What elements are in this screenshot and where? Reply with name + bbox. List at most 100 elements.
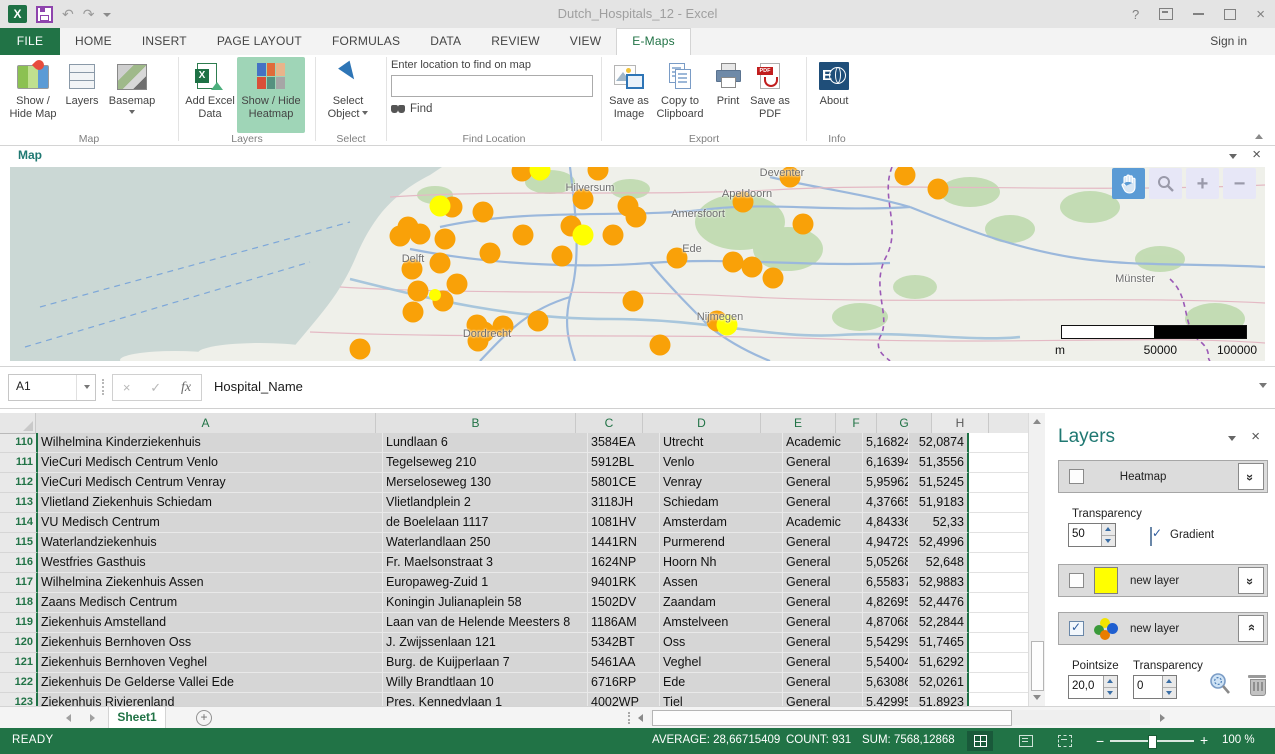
sheet-nav-right-icon[interactable] (90, 714, 95, 722)
cell[interactable]: J. Zwijssenlaan 121 (383, 633, 588, 653)
column-header-g[interactable]: G (877, 413, 932, 434)
sheet-nav-left-icon[interactable] (66, 714, 71, 722)
cell[interactable]: 5,42995 (863, 693, 909, 706)
cell[interactable]: Koningin Julianaplein 58 (383, 593, 588, 613)
cell[interactable]: 51,6292 (909, 653, 969, 673)
hospital-marker[interactable] (447, 274, 468, 295)
ribbon-display-options-icon[interactable] (1159, 8, 1173, 20)
tab-formulas[interactable]: FORMULAS (317, 28, 415, 55)
zoom-in-button[interactable]: + (1186, 168, 1219, 199)
cell[interactable]: 1441RN (588, 533, 660, 553)
about-button[interactable]: E About (811, 57, 857, 133)
insert-function-icon[interactable]: fx (181, 380, 191, 396)
column-header-a[interactable]: A (36, 413, 376, 434)
cell[interactable]: Tiel (660, 693, 783, 706)
formula-input[interactable]: Hospital_Name (206, 374, 1255, 399)
cell[interactable]: 51,9183 (909, 493, 969, 513)
tab-page-layout[interactable]: PAGE LAYOUT (202, 28, 317, 55)
hospital-marker[interactable] (928, 179, 949, 200)
layer3-expand-button[interactable]: » (1238, 615, 1264, 642)
minimize-icon[interactable] (1193, 13, 1204, 15)
hospital-marker[interactable] (742, 257, 763, 278)
cell[interactable]: Academic (783, 433, 863, 453)
enter-icon[interactable]: ✓ (150, 380, 161, 396)
cell[interactable]: 5,95962 (863, 473, 909, 493)
cell[interactable]: Ede (660, 673, 783, 693)
cell[interactable]: 4,94729 (863, 533, 909, 553)
cell[interactable]: Ziekenhuis Bernhoven Veghel (38, 653, 383, 673)
cell[interactable]: 3584EA (588, 433, 660, 453)
pane-options-icon[interactable] (1228, 436, 1236, 441)
hospital-marker[interactable] (763, 268, 784, 289)
basemap-button[interactable]: Basemap (102, 57, 162, 133)
spin-up-icon[interactable] (1163, 676, 1176, 688)
name-box[interactable]: A1 (8, 374, 96, 401)
cell[interactable]: Schiedam (660, 493, 783, 513)
cell[interactable]: Willy Brandtlaan 10 (383, 673, 588, 693)
save-as-pdf-button[interactable]: PDF Save as PDF (748, 57, 792, 133)
cell[interactable]: General (783, 673, 863, 693)
heatmap-transparency-spinner[interactable]: 50 (1068, 523, 1116, 547)
cell[interactable]: Pres. Kennedylaan 1 (383, 693, 588, 706)
cell[interactable]: Wilhelmina Kinderziekenhuis (38, 433, 383, 453)
hospital-marker[interactable] (552, 246, 573, 267)
cell[interactable]: 4,84336 (863, 513, 909, 533)
hospital-marker[interactable] (410, 224, 431, 245)
cell[interactable]: VU Medisch Centrum (38, 513, 383, 533)
layer3-checkbox[interactable] (1069, 621, 1084, 636)
save-as-image-button[interactable]: Save as Image (606, 57, 652, 133)
maximize-icon[interactable] (1224, 9, 1236, 20)
show-hide-map-button[interactable]: Show / Hide Map (4, 57, 62, 133)
cell[interactable]: Zaans Medisch Centrum (38, 593, 383, 613)
spin-up-icon[interactable] (1102, 524, 1115, 536)
cell[interactable]: General (783, 593, 863, 613)
cell[interactable] (969, 473, 1028, 493)
scroll-up-icon[interactable] (1033, 419, 1041, 424)
cell[interactable]: 5801CE (588, 473, 660, 493)
print-button[interactable]: Print (708, 57, 748, 133)
hospital-marker[interactable] (435, 229, 456, 250)
cell[interactable]: 52,33 (909, 513, 969, 533)
cell[interactable]: 5,16824 (863, 433, 909, 453)
cell[interactable]: VieCuri Medisch Centrum Venlo (38, 453, 383, 473)
cell[interactable] (969, 553, 1028, 573)
find-button[interactable]: Find (391, 103, 593, 115)
cell[interactable]: 52,648 (909, 553, 969, 573)
cell[interactable]: 1624NP (588, 553, 660, 573)
spin-down-icon[interactable] (1104, 688, 1117, 699)
cell[interactable] (969, 533, 1028, 553)
layer3-transparency-spinner[interactable]: 0 (1133, 675, 1177, 699)
pan-tool-button[interactable] (1112, 168, 1145, 199)
cell[interactable]: Vlietlandplein 2 (383, 493, 588, 513)
column-header-c[interactable]: C (576, 413, 643, 434)
cell[interactable]: 52,4476 (909, 593, 969, 613)
cell[interactable]: Amsterdam (660, 513, 783, 533)
layer2-collapse-button[interactable]: » (1238, 567, 1264, 594)
tab-view[interactable]: VIEW (555, 28, 616, 55)
map-close-icon[interactable]: × (1252, 146, 1261, 163)
cell[interactable]: 6716RP (588, 673, 660, 693)
normal-view-button[interactable] (967, 731, 993, 751)
hospital-marker[interactable] (650, 335, 671, 356)
layers-button[interactable]: Layers (62, 57, 102, 133)
tab-scrollbar-splitter[interactable] (628, 712, 632, 724)
layer2-color-swatch[interactable] (1094, 567, 1118, 594)
pointsize-spinner[interactable]: 20,0 (1068, 675, 1118, 699)
row-header[interactable]: 121 (0, 653, 38, 673)
cell[interactable]: General (783, 493, 863, 513)
row-header[interactable]: 119 (0, 613, 38, 633)
column-header-d[interactable]: D (643, 413, 761, 434)
pane-close-icon[interactable]: × (1251, 428, 1260, 445)
zoom-to-layer-icon[interactable] (1208, 672, 1232, 696)
hospital-marker[interactable] (408, 281, 429, 302)
add-excel-data-button[interactable]: X Add Excel Data (183, 57, 237, 133)
expand-formula-bar-icon[interactable] (1259, 383, 1267, 388)
tab-insert[interactable]: INSERT (127, 28, 202, 55)
delete-layer-icon[interactable] (1248, 673, 1266, 695)
cell[interactable]: 6,55837 (863, 573, 909, 593)
cell[interactable]: Ziekenhuis De Gelderse Vallei Ede (38, 673, 383, 693)
cell[interactable]: 6,16394 (863, 453, 909, 473)
row-header[interactable]: 118 (0, 593, 38, 613)
cell[interactable]: General (783, 613, 863, 633)
row-header[interactable]: 115 (0, 533, 38, 553)
